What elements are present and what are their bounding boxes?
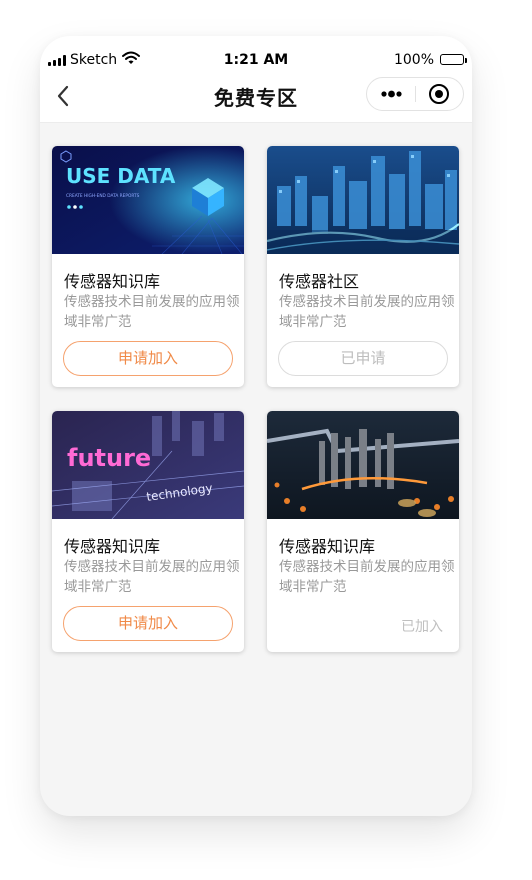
card-knowledge-base-2[interactable]: future technology 传感器知识库 传感器技术目前发展的应用领域非… xyxy=(52,411,244,652)
battery-percent: 100% xyxy=(393,52,434,68)
card-description: 传感器技术目前发展的应用领域非常广范 xyxy=(279,559,455,595)
card-description: 传感器技术目前发展的应用领域非常广范 xyxy=(64,559,240,595)
card-knowledge-base[interactable]: USE DATA CREATE HIGH-END DATA REPORTS 传感… xyxy=(52,146,244,387)
applied-button[interactable]: 已申请 xyxy=(278,341,448,376)
battery-icon xyxy=(440,54,464,65)
card-title: 传感器知识库 xyxy=(279,537,376,556)
card-description: 传感器技术目前发展的应用领域非常广范 xyxy=(64,294,240,330)
use-data-logo-text: USE DATA xyxy=(66,164,176,188)
close-target-icon[interactable] xyxy=(415,78,463,110)
card-image-future: future technology xyxy=(52,411,244,519)
card-title: 传感器知识库 xyxy=(64,272,161,291)
more-dots-icon[interactable] xyxy=(367,78,415,110)
apply-join-button[interactable]: 申请加入 xyxy=(63,606,233,641)
mini-program-capsule xyxy=(366,77,464,111)
card-knowledge-base-3[interactable]: 传感器知识库 传感器技术目前发展的应用领域非常广范 已加入 xyxy=(267,411,459,652)
card-description: 传感器技术目前发展的应用领域非常广范 xyxy=(279,294,455,330)
card-title: 传感器知识库 xyxy=(64,537,161,556)
joined-status: 已加入 xyxy=(401,619,443,635)
top-bar: Sketch 1:21 AM 100% 免费专区 xyxy=(40,36,472,123)
status-bar: Sketch 1:21 AM 100% xyxy=(40,50,472,72)
card-image-city xyxy=(267,146,459,254)
card-image-use-data: USE DATA CREATE HIGH-END DATA REPORTS xyxy=(52,146,244,254)
card-community[interactable]: 传感器社区 传感器技术目前发展的应用领域非常广范 已申请 xyxy=(267,146,459,387)
use-data-subtext: CREATE HIGH-END DATA REPORTS xyxy=(66,193,140,199)
card-title: 传感器社区 xyxy=(279,272,360,291)
phone-frame: Sketch 1:21 AM 100% 免费专区 USE DATA CREATE… xyxy=(40,36,472,816)
card-image-circuit xyxy=(267,411,459,519)
apply-join-button[interactable]: 申请加入 xyxy=(63,341,233,376)
future-logo-text: future xyxy=(67,444,151,472)
navigation-bar: 免费专区 xyxy=(40,76,472,116)
